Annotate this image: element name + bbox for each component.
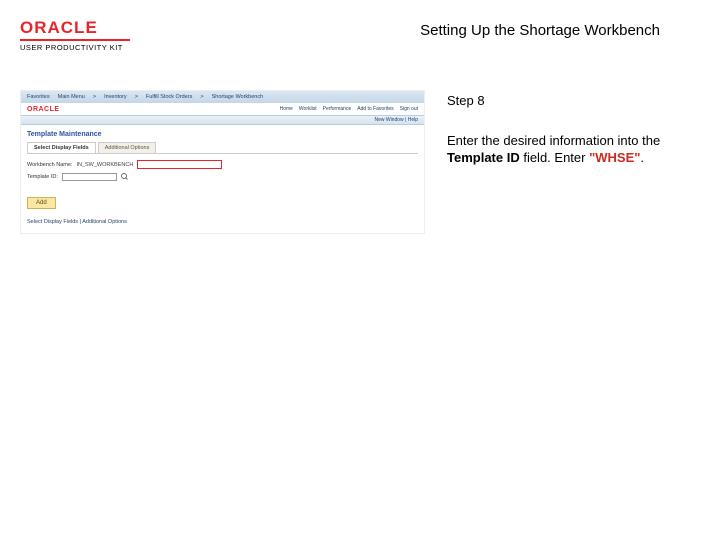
- brand-link[interactable]: Performance: [323, 106, 352, 112]
- instruction-pre: Enter the desired information into the: [447, 133, 660, 148]
- breadcrumb-item[interactable]: Main Menu: [58, 94, 85, 100]
- highlight-box: [137, 160, 222, 169]
- document-title: Setting Up the Shortage Workbench: [420, 18, 700, 39]
- form-area: Workbench Name: IN_SW_WORKBENCH Template…: [21, 154, 424, 191]
- breadcrumb-item[interactable]: Shortage Workbench: [212, 94, 264, 100]
- content-row: Favorites Main Menu > Inventory > Fulfil…: [0, 90, 720, 234]
- form-row-workbench: Workbench Name: IN_SW_WORKBENCH: [27, 160, 418, 169]
- tab-strip: Select Display Fields Additional Options: [27, 142, 418, 154]
- instruction-panel: Step 8 Enter the desired information int…: [425, 90, 685, 234]
- oracle-logo-block: ORACLE USER PRODUCTIVITY KIT: [20, 18, 160, 52]
- brand-links: Home Worklist Performance Add to Favorit…: [280, 106, 418, 112]
- lookup-icon[interactable]: [121, 173, 128, 181]
- breadcrumb-item[interactable]: Fulfill Stock Orders: [146, 94, 192, 100]
- instruction-post: field. Enter: [520, 150, 589, 165]
- breadcrumb: Favorites Main Menu > Inventory > Fulfil…: [21, 91, 424, 103]
- step-label: Step 8: [447, 92, 685, 110]
- breadcrumb-item[interactable]: Inventory: [104, 94, 127, 100]
- brand-logo: ORACLE: [27, 106, 60, 113]
- app-screenshot: Favorites Main Menu > Inventory > Fulfil…: [20, 90, 425, 234]
- instruction-end: .: [640, 150, 644, 165]
- form-row-template-id: Template ID:: [27, 173, 418, 181]
- instruction-text: Enter the desired information into the T…: [447, 132, 685, 167]
- brand-link[interactable]: Home: [280, 106, 293, 112]
- sub-toolbar: New Window | Help: [21, 115, 424, 125]
- workbench-value: IN_SW_WORKBENCH: [76, 162, 133, 168]
- template-id-input[interactable]: [62, 173, 117, 181]
- workbench-label: Workbench Name:: [27, 162, 72, 168]
- brand-bar: ORACLE Home Worklist Performance Add to …: [21, 103, 424, 115]
- page-title: Template Maintenance: [21, 125, 424, 142]
- tab-additional-options[interactable]: Additional Options: [98, 142, 157, 153]
- add-button[interactable]: Add: [27, 197, 56, 209]
- breadcrumb-item[interactable]: Favorites: [27, 94, 50, 100]
- document-header: ORACLE USER PRODUCTIVITY KIT Setting Up …: [0, 0, 720, 60]
- sub-toolbar-text[interactable]: New Window | Help: [374, 117, 418, 123]
- upk-label: USER PRODUCTIVITY KIT: [20, 43, 160, 52]
- instruction-field-name: Template ID: [447, 150, 520, 165]
- brand-link[interactable]: Sign out: [400, 106, 418, 112]
- tab-select-display-fields[interactable]: Select Display Fields: [27, 142, 96, 153]
- template-id-label: Template ID:: [27, 174, 58, 180]
- brand-link[interactable]: Add to Favorites: [357, 106, 393, 112]
- instruction-value: "WHSE": [589, 150, 640, 165]
- footer-links[interactable]: Select Display Fields | Additional Optio…: [21, 215, 424, 233]
- oracle-logo: ORACLE: [20, 18, 160, 38]
- logo-underline: [20, 39, 130, 41]
- brand-link[interactable]: Worklist: [299, 106, 317, 112]
